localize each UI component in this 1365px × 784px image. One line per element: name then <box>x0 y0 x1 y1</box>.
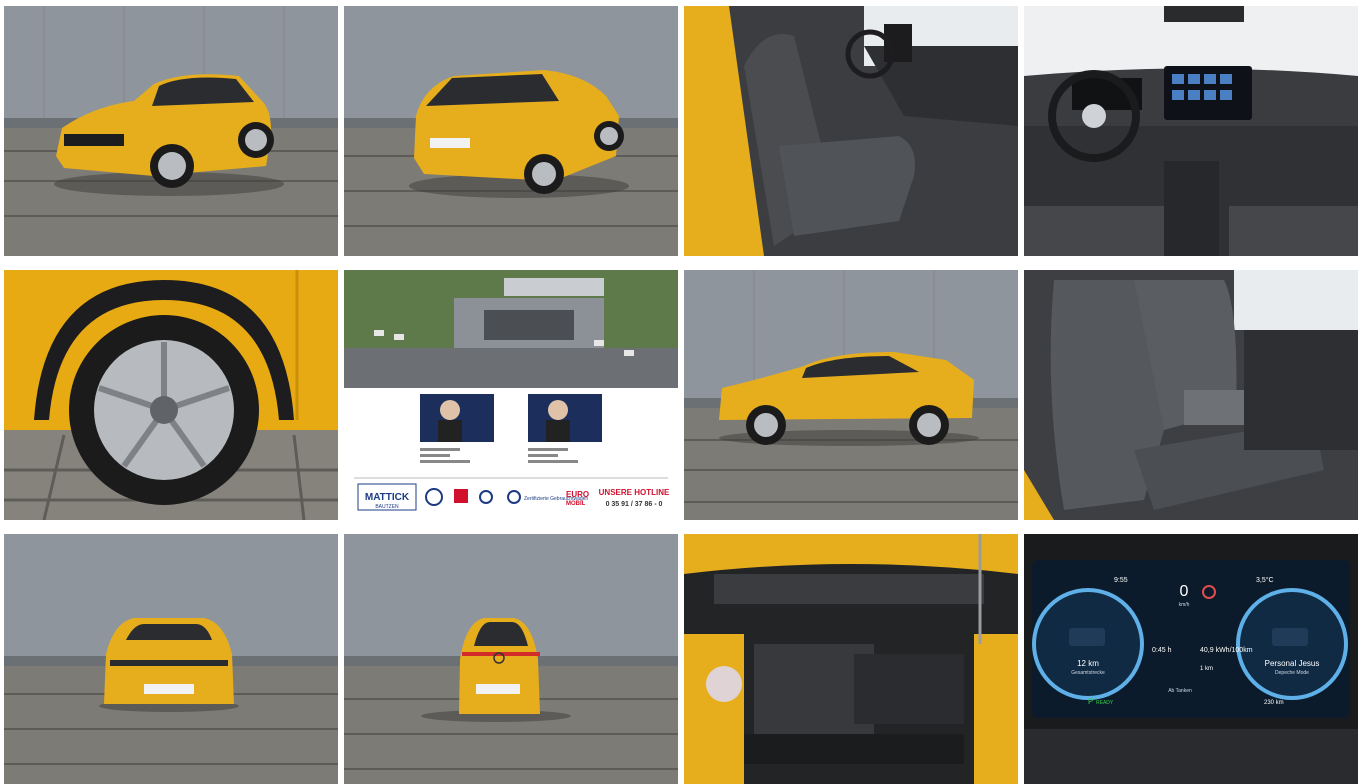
destination-text: Ab Tanken <box>1168 688 1192 694</box>
speed-unit-text: km/h <box>1179 602 1190 608</box>
euro-label: EURO <box>566 490 589 499</box>
photo-front-three-quarter[interactable] <box>4 6 338 256</box>
dealer-city-text: BAUTZEN <box>375 504 399 510</box>
consumption-text: 40,9 kWh/100km <box>1200 647 1253 654</box>
photo-front-view[interactable] <box>4 534 338 784</box>
trip-label-text: Gesamtstrecke <box>1071 670 1105 676</box>
photo-front-seats-interior[interactable] <box>684 6 1018 256</box>
photo-engine-bay[interactable] <box>684 534 1018 784</box>
audi-logo-icon <box>454 489 468 503</box>
photo-dashboard-interior[interactable] <box>1024 6 1358 256</box>
photo-rear-three-quarter[interactable] <box>344 6 678 256</box>
speed-text: 0 <box>1180 583 1189 600</box>
range-text: 230 km <box>1264 700 1284 706</box>
outside-temp-text: 3,5°C <box>1256 576 1274 584</box>
ready-text: READY <box>1096 700 1114 706</box>
photo-dealer-info[interactable]: MATTICK BAUTZEN Zertifizierte Gebrauchtw… <box>344 270 678 520</box>
hotline-title: UNSERE HOTLINE <box>599 488 670 497</box>
photo-rear-seats-interior[interactable] <box>1024 270 1358 520</box>
photo-rear-view[interactable] <box>344 534 678 784</box>
dealer-brand-text: MATTICK <box>365 492 410 503</box>
hotline-number: 0 35 91 / 37 86 - 0 <box>606 501 663 508</box>
gear-text: P <box>1088 697 1093 706</box>
song-artist-text: Depeche Mode <box>1275 670 1309 676</box>
trip-time-text: 0:45 h <box>1152 647 1172 654</box>
trip-distance-text: 12 km <box>1077 659 1099 668</box>
photo-wheel-detail[interactable] <box>4 270 338 520</box>
trip-count-text: 1 km <box>1200 666 1213 672</box>
song-title-text: Personal Jesus <box>1265 659 1320 668</box>
photo-digital-cockpit[interactable]: 9:55 3,5°C 0 km/h 12 km Gesamtstrecke 0:… <box>1024 534 1358 784</box>
photo-side-profile[interactable] <box>684 270 1018 520</box>
clock-text: 9:55 <box>1114 577 1128 584</box>
mobil-label: MOBIL <box>566 501 586 507</box>
photo-gallery: MATTICK BAUTZEN Zertifizierte Gebrauchtw… <box>0 0 1365 784</box>
